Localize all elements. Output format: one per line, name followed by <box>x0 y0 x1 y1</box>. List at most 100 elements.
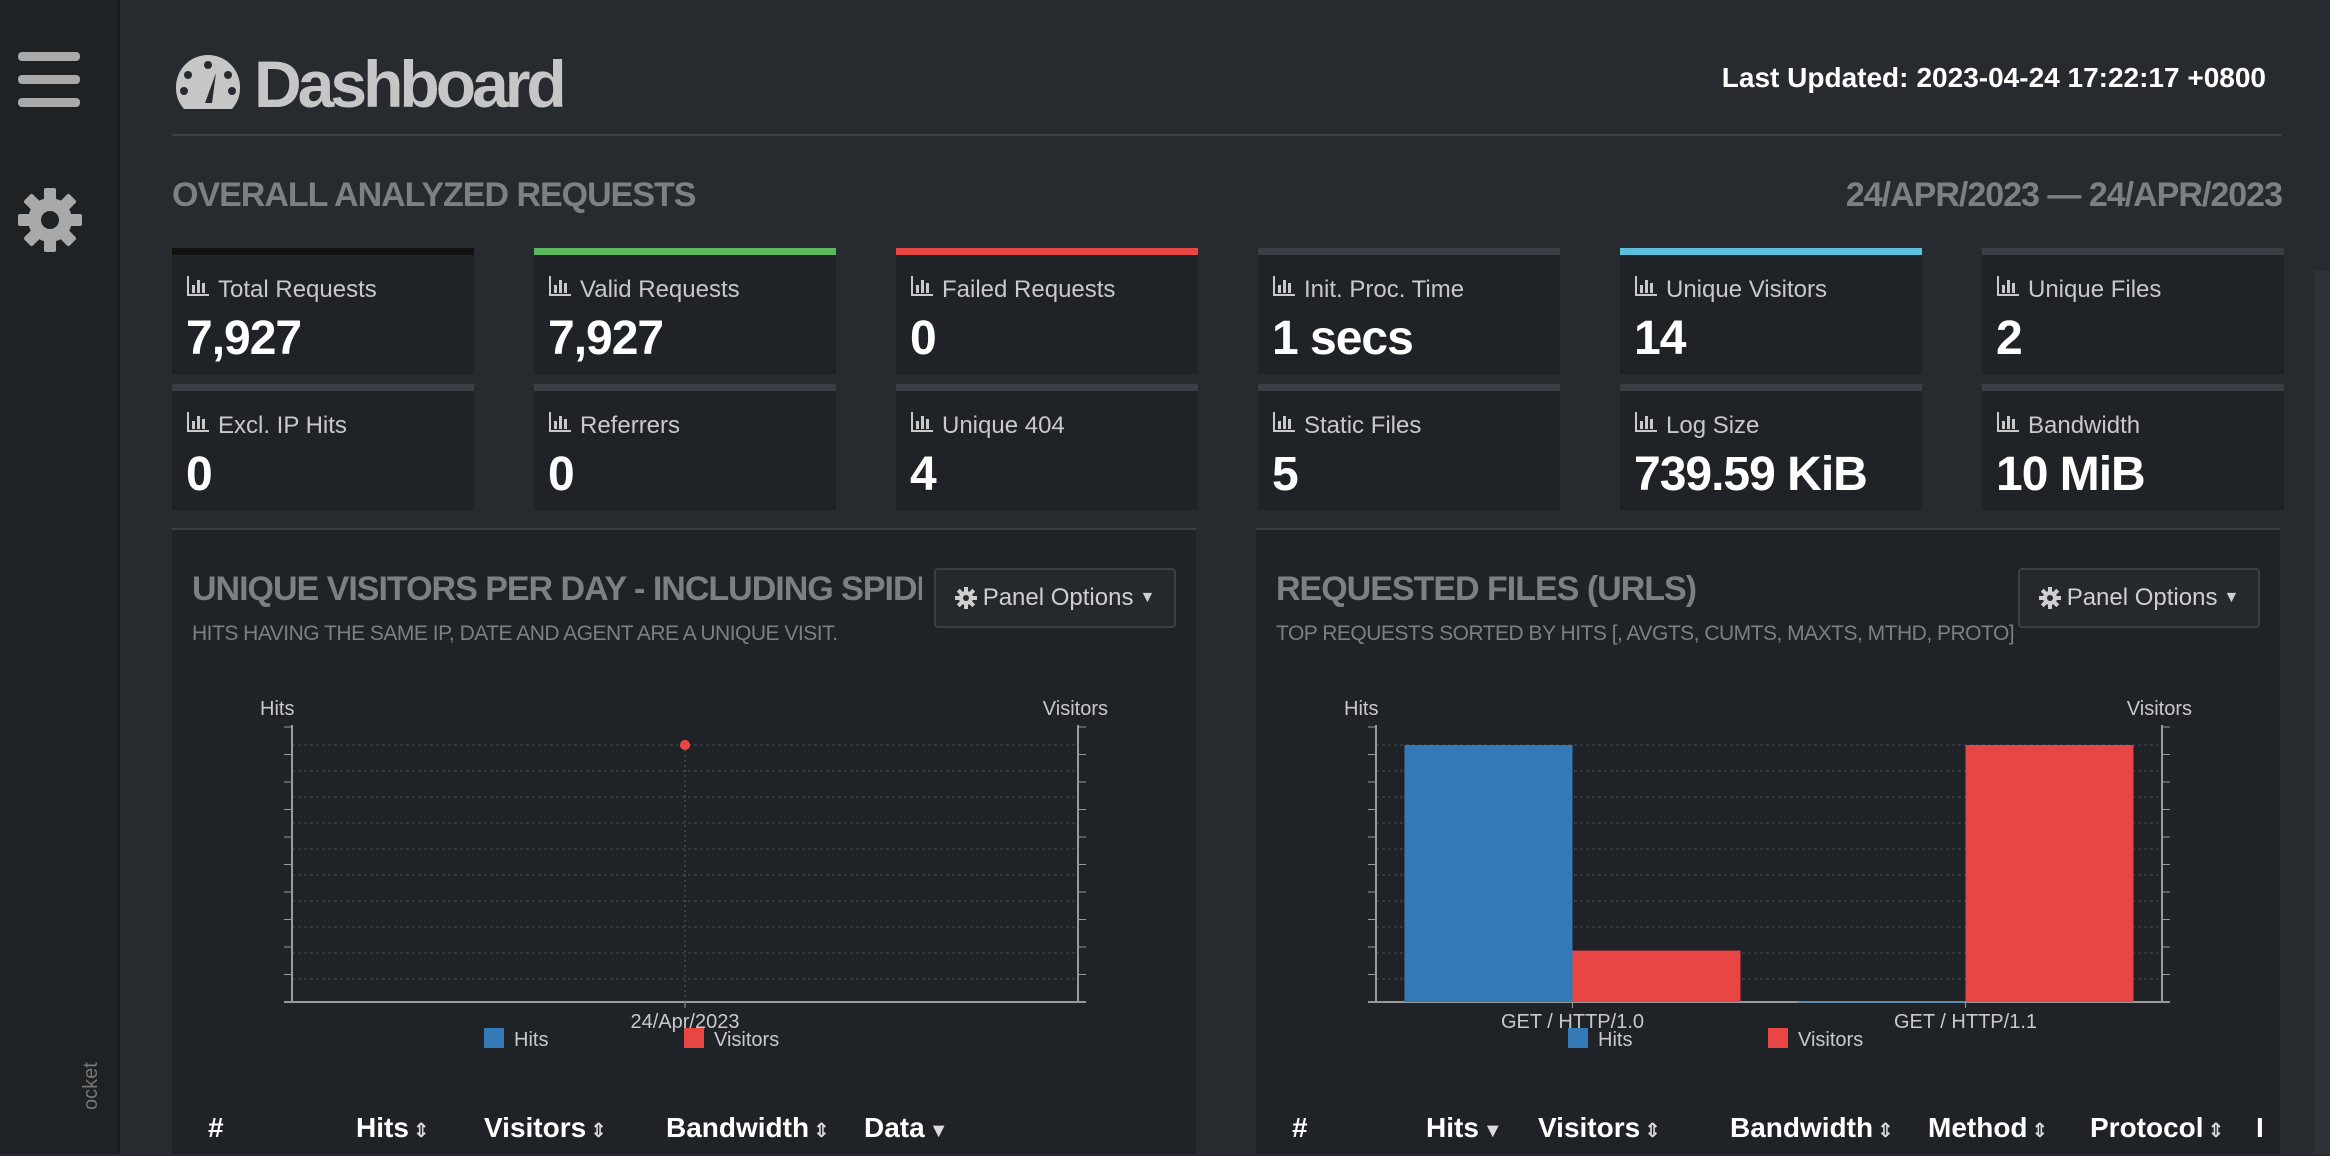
metric-label-text: Total Requests <box>218 275 377 303</box>
bar-chart-icon <box>1634 275 1666 304</box>
column-index[interactable]: # <box>208 1112 224 1144</box>
metric-value: 739.59 KiB <box>1634 448 1868 501</box>
column-visitors[interactable]: Visitors ⇕ <box>1538 1112 1661 1144</box>
column-method[interactable]: Method ⇕ <box>1928 1112 2048 1144</box>
sort-icon: ⇕ <box>1877 1120 1894 1142</box>
metric-value: 0 <box>548 448 575 501</box>
data-point-visitors <box>680 740 690 750</box>
metric-label: Log Size <box>1634 411 1759 440</box>
sort-icon: ⇕ <box>1644 1120 1661 1142</box>
metric-label: Bandwidth <box>1996 411 2140 440</box>
hamburger-icon[interactable] <box>16 46 84 114</box>
bar-chart-icon <box>910 275 942 304</box>
column-label: Hits <box>1426 1112 1479 1143</box>
bar-chart-icon <box>1634 411 1666 440</box>
column-protocol[interactable]: Protocol ⇕ <box>2090 1112 2224 1144</box>
column-label: I <box>2256 1112 2264 1143</box>
metric-label-text: Log Size <box>1666 411 1760 439</box>
column-label: Hits <box>356 1112 409 1143</box>
sort-icon: ⇕ <box>412 1120 430 1142</box>
caret-down-icon: ▼ <box>1139 589 1156 606</box>
bar-chart-icon <box>910 411 942 440</box>
legend-swatch <box>484 1028 504 1048</box>
metric-card: Bandwidth 10 MiB <box>1982 384 2284 510</box>
last-updated: Last Updated: 2023-04-24 17:22:17 +0800 <box>1722 62 2266 94</box>
header: Dashboard Last Updated: 2023-04-24 17:22:… <box>172 40 2282 136</box>
metric-label: Valid Requests <box>548 275 740 304</box>
column-label: Visitors <box>1538 1112 1641 1143</box>
panel-unique-visitors: UNIQUE VISITORS PER DAY - INCLUDING SPID… <box>172 528 1196 1154</box>
legend-label: Hits <box>1598 1029 1632 1051</box>
legend-label: Visitors <box>714 1029 779 1051</box>
overall-title: OVERALL ANALYZED REQUESTS <box>172 176 696 214</box>
bar-chart-icon <box>186 411 218 440</box>
panel-title: UNIQUE VISITORS PER DAY - INCLUDING SPID… <box>192 570 922 608</box>
metric-label-text: Static Files <box>1304 411 1422 439</box>
bar-chart-icon <box>1996 411 2028 440</box>
caret-down-icon: ▼ <box>1482 1120 1503 1142</box>
table-header: # Hits ⇕ Visitors ⇕ Bandwidth ⇕ Data ▼ <box>172 1102 1196 1156</box>
x-tick-label: GET / HTTP/1.1 <box>1894 1011 2037 1033</box>
overall-section-header: OVERALL ANALYZED REQUESTS 24/APR/2023 — … <box>172 176 2283 220</box>
column-index[interactable]: # <box>1292 1112 1308 1144</box>
panel-options-button[interactable]: Panel Options ▼ <box>2018 568 2260 628</box>
y-axis-left-label: Hits <box>1344 698 1378 720</box>
metric-card: Failed Requests 0 <box>896 248 1198 374</box>
metric-value: 7,927 <box>548 312 664 365</box>
panel-options-button[interactable]: Panel Options ▼ <box>934 568 1176 628</box>
metric-label-text: Unique Visitors <box>1666 275 1827 303</box>
last-updated-value: 2023-04-24 17:22:17 +0800 <box>1916 62 2266 93</box>
metric-label-text: Bandwidth <box>2028 411 2141 439</box>
metric-value: 5 <box>1272 448 1299 501</box>
metric-value: 0 <box>910 312 937 365</box>
metric-card: Total Requests 7,927 <box>172 248 474 374</box>
bar-hits <box>1797 1001 1966 1003</box>
gear-icon <box>2038 587 2061 609</box>
dashboard-title: Dashboard <box>254 47 567 121</box>
metric-label: Unique Visitors <box>1634 275 1827 304</box>
column-label: Protocol <box>2090 1112 2204 1143</box>
metric-value: 14 <box>1634 312 1686 365</box>
metric-value: 10 MiB <box>1996 448 2146 501</box>
page-scrollbar[interactable] <box>2314 270 2330 1154</box>
column-hits[interactable]: Hits ▼ <box>1426 1112 1503 1144</box>
metric-card: Referrers 0 <box>534 384 836 510</box>
bar-chart-icon <box>1272 411 1304 440</box>
date-range: 24/APR/2023 — 24/APR/2023 <box>1845 176 2283 214</box>
page-title: Dashboard <box>172 46 567 122</box>
caret-down-icon: ▼ <box>2223 589 2240 606</box>
y-axis-right-label: Visitors <box>2127 698 2192 720</box>
metric-label: Static Files <box>1272 411 1421 440</box>
column-truncated[interactable]: I <box>2256 1112 2264 1144</box>
metric-label: Total Requests <box>186 275 377 304</box>
bar-visitors <box>1965 745 2134 1002</box>
panel-options-label: Panel Options <box>982 584 1134 611</box>
table-header: # Hits ▼ Visitors ⇕ Bandwidth ⇕ Method ⇕ Pro… <box>1256 1102 2280 1156</box>
gear-icon <box>954 587 977 609</box>
metric-card: Unique Visitors 14 <box>1620 248 1922 374</box>
metric-card: Valid Requests 7,927 <box>534 248 836 374</box>
metric-label: Unique 404 <box>910 411 1065 440</box>
sidebar-footer-text: ocket <box>80 1062 102 1110</box>
metric-label-text: Init. Proc. Time <box>1304 275 1465 303</box>
column-label: Bandwidth <box>666 1112 810 1143</box>
column-hits[interactable]: Hits ⇕ <box>356 1112 430 1144</box>
bar-hits <box>1404 745 1573 1002</box>
column-bandwidth[interactable]: Bandwidth ⇕ <box>666 1112 830 1144</box>
caret-down-icon: ▼ <box>928 1120 949 1142</box>
column-visitors[interactable]: Visitors ⇕ <box>484 1112 607 1144</box>
sort-icon: ⇕ <box>590 1120 607 1142</box>
gear-icon[interactable] <box>16 186 84 254</box>
last-updated-label: Last Updated: <box>1721 62 1909 93</box>
metric-label-text: Unique 404 <box>942 411 1065 439</box>
bar-chart-icon <box>548 411 580 440</box>
column-label: Bandwidth <box>1730 1112 1874 1143</box>
metric-label-text: Valid Requests <box>580 275 740 303</box>
column-data[interactable]: Data ▼ <box>864 1112 949 1144</box>
sort-icon: ⇕ <box>2031 1120 2049 1142</box>
panel-subtitle: HITS HAVING THE SAME IP, DATE AND AGENT … <box>192 622 838 645</box>
column-bandwidth[interactable]: Bandwidth ⇕ <box>1730 1112 1894 1144</box>
column-label: # <box>208 1112 224 1143</box>
y-axis-left-label: Hits <box>260 698 294 720</box>
metric-value: 4 <box>910 448 937 501</box>
